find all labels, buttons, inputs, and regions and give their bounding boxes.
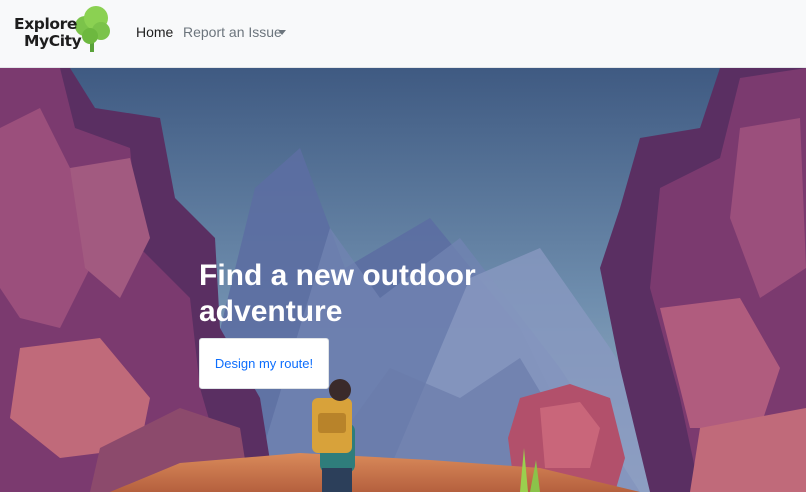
design-route-button[interactable]: Design my route! <box>199 338 329 389</box>
hero-headline: Find a new outdoor adventure <box>199 259 476 328</box>
hero-banner: Find a new outdoor adventure Design my r… <box>0 68 806 492</box>
brand-line-1: Explore <box>14 15 77 33</box>
brand-name: Explore MyCity <box>14 15 82 50</box>
nav-report-issue-dropdown[interactable]: Report an Issue <box>183 24 282 40</box>
brand-logo[interactable]: Explore MyCity <box>14 6 112 54</box>
navbar: Explore MyCity Home Report an Issue <box>0 0 806 68</box>
nav-home-link[interactable]: Home <box>136 24 173 40</box>
chevron-down-icon[interactable] <box>278 30 286 35</box>
brand-line-2: MyCity <box>24 32 82 50</box>
